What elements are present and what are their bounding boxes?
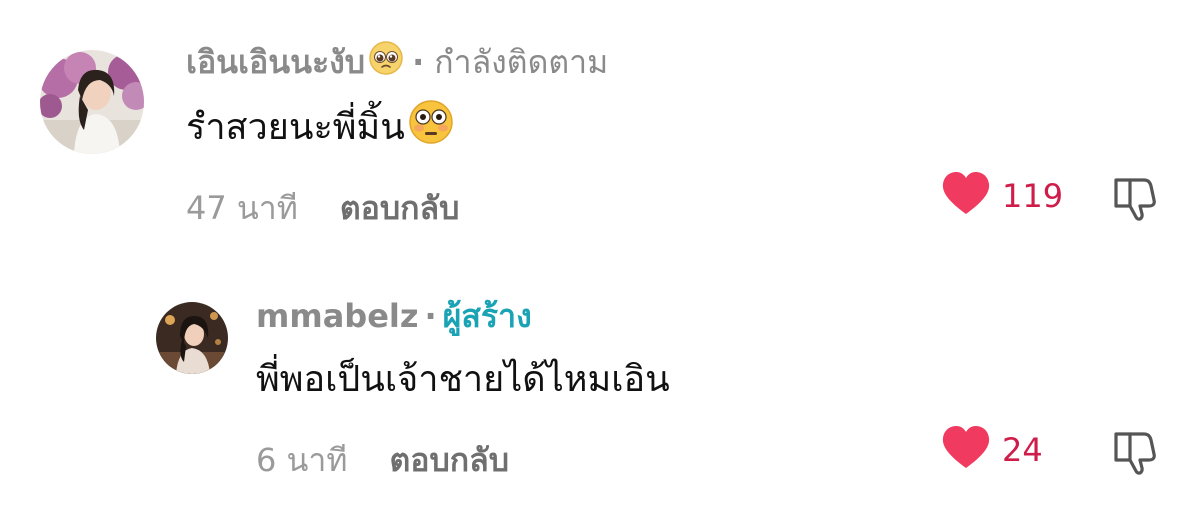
heart-icon bbox=[940, 170, 992, 222]
username[interactable]: mmabelz bbox=[256, 297, 418, 335]
timestamp: 47 นาที bbox=[186, 188, 298, 227]
comment-text: รำสวยนะพี่มิ้น bbox=[186, 98, 455, 155]
creator-tag: ผู้สร้าง bbox=[442, 296, 532, 335]
separator-dot: · bbox=[412, 43, 425, 81]
separator-dot: · bbox=[424, 297, 437, 335]
like-button[interactable]: 119 bbox=[940, 172, 1063, 220]
username[interactable]: เอินเอินนะงับ bbox=[186, 37, 365, 88]
like-count: 119 bbox=[1002, 177, 1064, 215]
heart-icon bbox=[940, 424, 992, 476]
reply-item: mmabelz · ผู้สร้าง พี่พอเป็นเจ้าชายได้ไห… bbox=[0, 280, 1199, 521]
reply-button[interactable]: ตอบกลับ bbox=[389, 435, 509, 486]
comment-body: พี่พอเป็นเจ้าชายได้ไหมเอิน bbox=[256, 358, 670, 400]
like-count: 24 bbox=[1002, 431, 1043, 469]
following-tag: กำลังติดตาม bbox=[434, 42, 609, 81]
comment-body: รำสวยนะพี่มิ้น bbox=[186, 106, 405, 148]
avatar[interactable] bbox=[156, 302, 228, 374]
reply-button[interactable]: ตอบกลับ bbox=[340, 183, 460, 234]
timestamp: 6 นาที bbox=[256, 440, 348, 479]
like-button[interactable]: 24 bbox=[940, 426, 1043, 474]
comment-header: เอินเอินนะงับ · กำลังติดตาม bbox=[186, 40, 608, 84]
comment-header: mmabelz · ผู้สร้าง bbox=[256, 294, 532, 338]
thumbs-down-icon bbox=[1108, 178, 1160, 228]
comment-meta: 6 นาที ตอบกลับ bbox=[256, 438, 509, 482]
comment-text: พี่พอเป็นเจ้าชายได้ไหมเอิน bbox=[256, 352, 670, 404]
thumbs-down-icon bbox=[1108, 432, 1160, 482]
dislike-button[interactable] bbox=[1108, 426, 1160, 478]
avatar[interactable] bbox=[40, 50, 144, 154]
pleading-face-icon bbox=[368, 40, 404, 84]
dislike-button[interactable] bbox=[1108, 172, 1160, 224]
flushed-face-icon bbox=[407, 98, 455, 155]
comment-meta: 47 นาที ตอบกลับ bbox=[186, 186, 459, 230]
comment-item: เอินเอินนะงับ · กำลังติดตาม รำสวยนะพี่มิ… bbox=[0, 0, 1199, 250]
